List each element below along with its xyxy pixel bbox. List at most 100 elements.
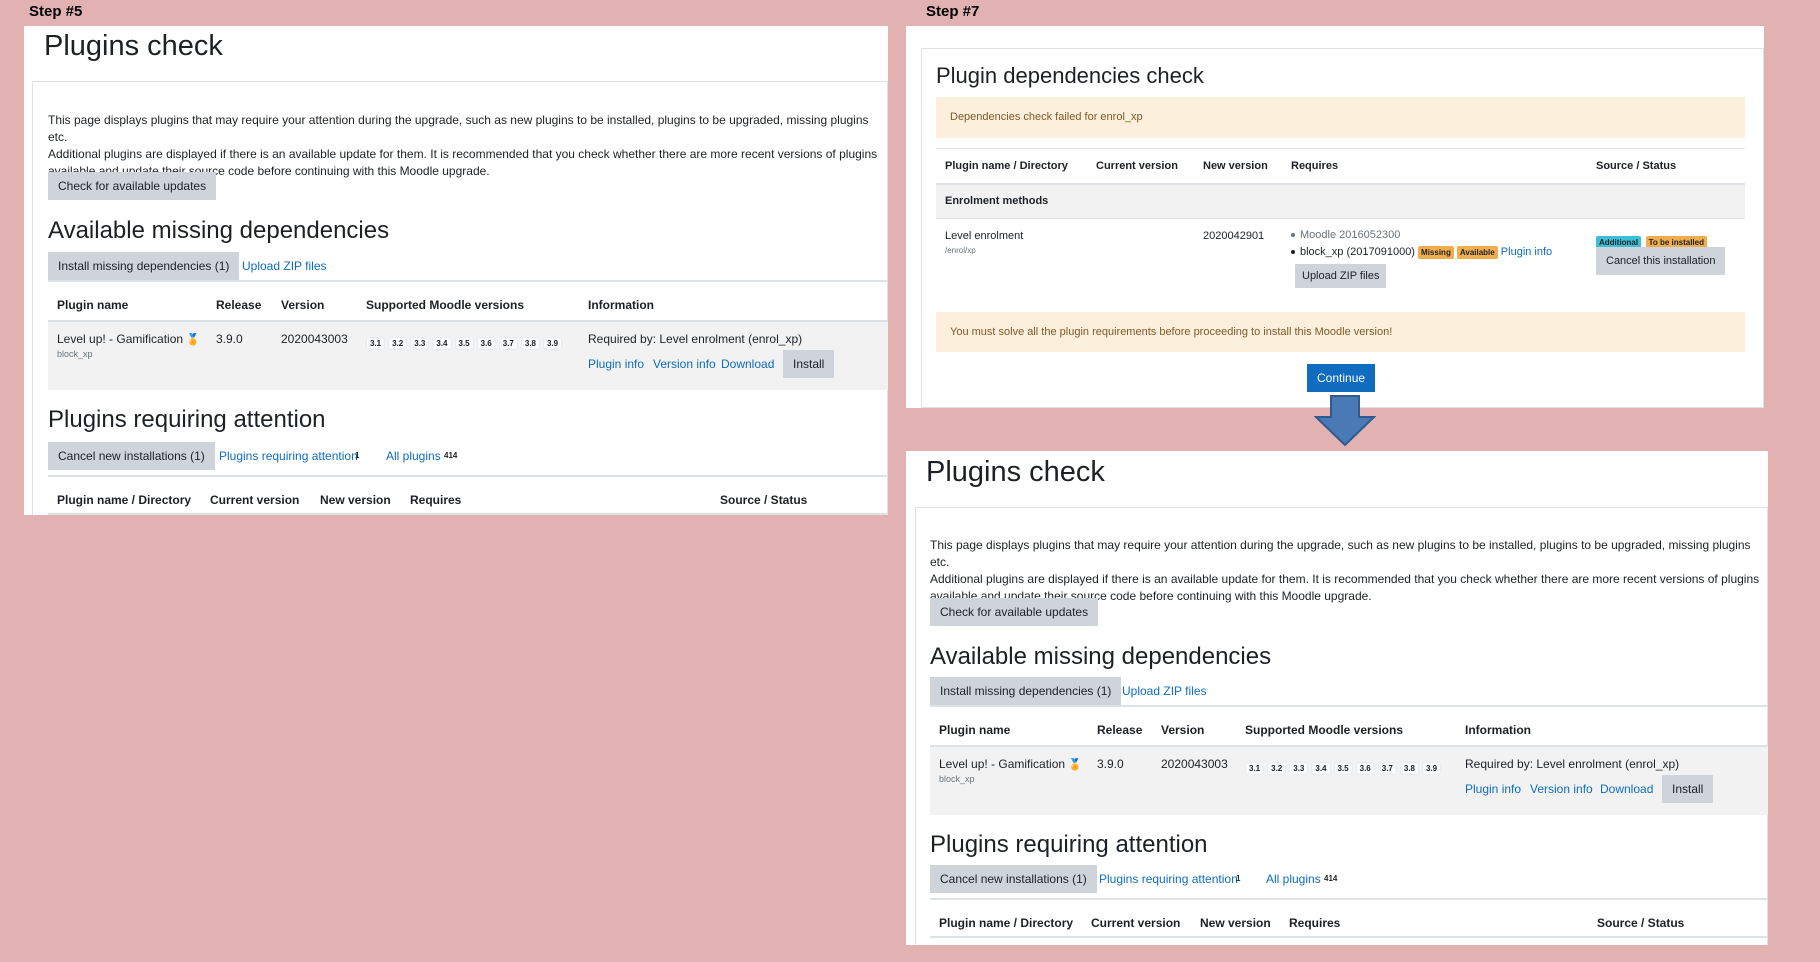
download-link[interactable]: Download [1600,782,1653,796]
th-information: Information [588,298,654,312]
group-enrolment-methods: Enrolment methods [945,195,1049,207]
attention-count: 1 [355,451,360,460]
solve-requirements-alert: You must solve all the plugin requiremen… [936,312,1745,352]
plugin-info-link[interactable]: Plugin info [1501,246,1552,258]
version-badge: 3.8 [520,337,540,350]
download-link[interactable]: Download [721,357,774,371]
version-badge: 3.9 [543,337,563,350]
plugin-name: Level enrolment [945,230,1024,242]
th-plugin-directory: Plugin name / Directory [945,160,1068,172]
version-badge: 3.2 [1267,762,1287,775]
arrow-down-icon [1314,395,1376,447]
version-badge: 3.7 [1377,762,1397,775]
step5-panel: Plugins check This page displays plugins… [24,26,888,515]
plugin-name: Level up! - Gamification 🏅 [939,757,1083,771]
cancel-new-installations-button[interactable]: Cancel new installations (1) [48,442,215,470]
header-divider [48,513,888,515]
version-badge: 3.5 [454,337,474,350]
requirement-moodle: Moodle 2016052300 [1291,229,1400,241]
th-release: Release [216,298,262,312]
install-missing-button[interactable]: Install missing dependencies (1) [48,252,240,280]
tab-divider [930,898,1768,900]
divider [936,148,1745,149]
version-badge: 3.6 [476,337,496,350]
tab-divider [930,705,1768,707]
version-info-link[interactable]: Version info [653,357,716,371]
required-by: Required by: Level enrolment (enrol_xp) [1465,757,1680,771]
version-badge: 3.1 [366,337,386,350]
missing-deps-heading: Available missing dependencies [930,643,1272,670]
divider [936,218,1745,219]
attention-heading: Plugins requiring attention [930,831,1208,858]
cancel-new-installations-button[interactable]: Cancel new installations (1) [930,865,1097,893]
check-updates-button[interactable]: Check for available updates [930,598,1099,626]
upload-zip-link[interactable]: Upload ZIP files [242,259,327,273]
th-requires: Requires [1291,160,1339,172]
step7-label: Step #7 [926,3,980,20]
step5-label: Step #5 [29,3,83,20]
requirement-block-xp: block_xp (2017091000) Missing Available … [1291,246,1552,259]
th-supported-versions: Supported Moodle versions [1245,723,1404,737]
plugin-release: 3.9.0 [216,332,243,346]
attention-count: 1 [1236,874,1241,883]
th-new-version: New version [1200,916,1271,930]
th-version: Version [281,298,325,312]
plugin-component: block_xp [939,774,975,784]
th-current-version: Current version [1091,916,1181,930]
supported-versions: 3.1 3.2 3.3 3.4 3.5 3.6 3.7 3.8 3.9 [366,333,565,351]
check-updates-button[interactable]: Check for available updates [48,172,217,200]
th-version: Version [1161,723,1205,737]
th-plugin-name: Plugin name [939,723,1011,737]
th-source-status: Source / Status [1596,160,1677,172]
plugin-version: 2020043003 [281,332,348,346]
medal-icon: 🏅 [1068,759,1083,771]
upload-zip-link[interactable]: Upload ZIP files [1122,684,1207,698]
th-requires: Requires [410,493,462,507]
supported-versions: 3.1 3.2 3.3 3.4 3.5 3.6 3.7 3.8 3.9 [1245,758,1444,776]
th-new-version: New version [320,493,391,507]
th-current-version: Current version [1096,160,1178,172]
header-divider [930,936,1768,938]
intro-text: This page displays plugins that may requ… [48,113,878,178]
version-badge: 3.4 [1311,762,1331,775]
step7-plugins-panel: Plugins check This page displays plugins… [906,451,1768,945]
th-new-version: New version [1203,160,1268,172]
all-plugins-link[interactable]: All plugins [386,449,441,463]
install-button[interactable]: Install [1662,775,1714,803]
intro-text: This page displays plugins that may requ… [930,538,1760,603]
version-badge: 3.4 [432,337,452,350]
install-button[interactable]: Install [783,350,835,378]
tab-divider [48,475,888,477]
plugin-version: 2020043003 [1161,757,1228,771]
th-source-status: Source / Status [720,493,808,507]
plugin-component: block_xp [57,349,93,359]
th-plugin-directory: Plugin name / Directory [57,493,192,507]
th-supported-versions: Supported Moodle versions [366,298,525,312]
plugin-info-link[interactable]: Plugin info [1465,782,1521,796]
th-plugin-name: Plugin name [57,298,129,312]
group-row [936,185,1745,218]
continue-button[interactable]: Continue [1307,364,1376,392]
install-missing-button[interactable]: Install missing dependencies (1) [930,677,1122,705]
version-badge: 3.5 [1333,762,1353,775]
medal-icon: 🏅 [186,334,201,346]
all-plugins-link[interactable]: All plugins [1266,872,1321,886]
upload-zip-button[interactable]: Upload ZIP files [1295,264,1387,288]
version-badge: 3.9 [1422,762,1442,775]
version-badge: 3.7 [498,337,518,350]
version-badge: 3.3 [410,337,430,350]
th-source-status: Source / Status [1597,916,1685,930]
attention-heading: Plugins requiring attention [48,406,326,433]
page-title: Plugins check [44,30,223,62]
version-badge: 3.3 [1289,762,1309,775]
plugins-requiring-attention-link[interactable]: Plugins requiring attention [219,449,358,463]
version-info-link[interactable]: Version info [1530,782,1593,796]
missing-deps-heading: Available missing dependencies [48,217,390,244]
cancel-installation-button[interactable]: Cancel this installation [1596,247,1726,275]
plugin-info-link[interactable]: Plugin info [588,357,644,371]
plugins-requiring-attention-link[interactable]: Plugins requiring attention [1099,872,1238,886]
step7-panel: Plugin dependencies check Dependencies c… [906,26,1764,408]
version-badge: 3.2 [388,337,408,350]
plugin-release: 3.9.0 [1097,757,1124,771]
th-requires: Requires [1289,916,1341,930]
